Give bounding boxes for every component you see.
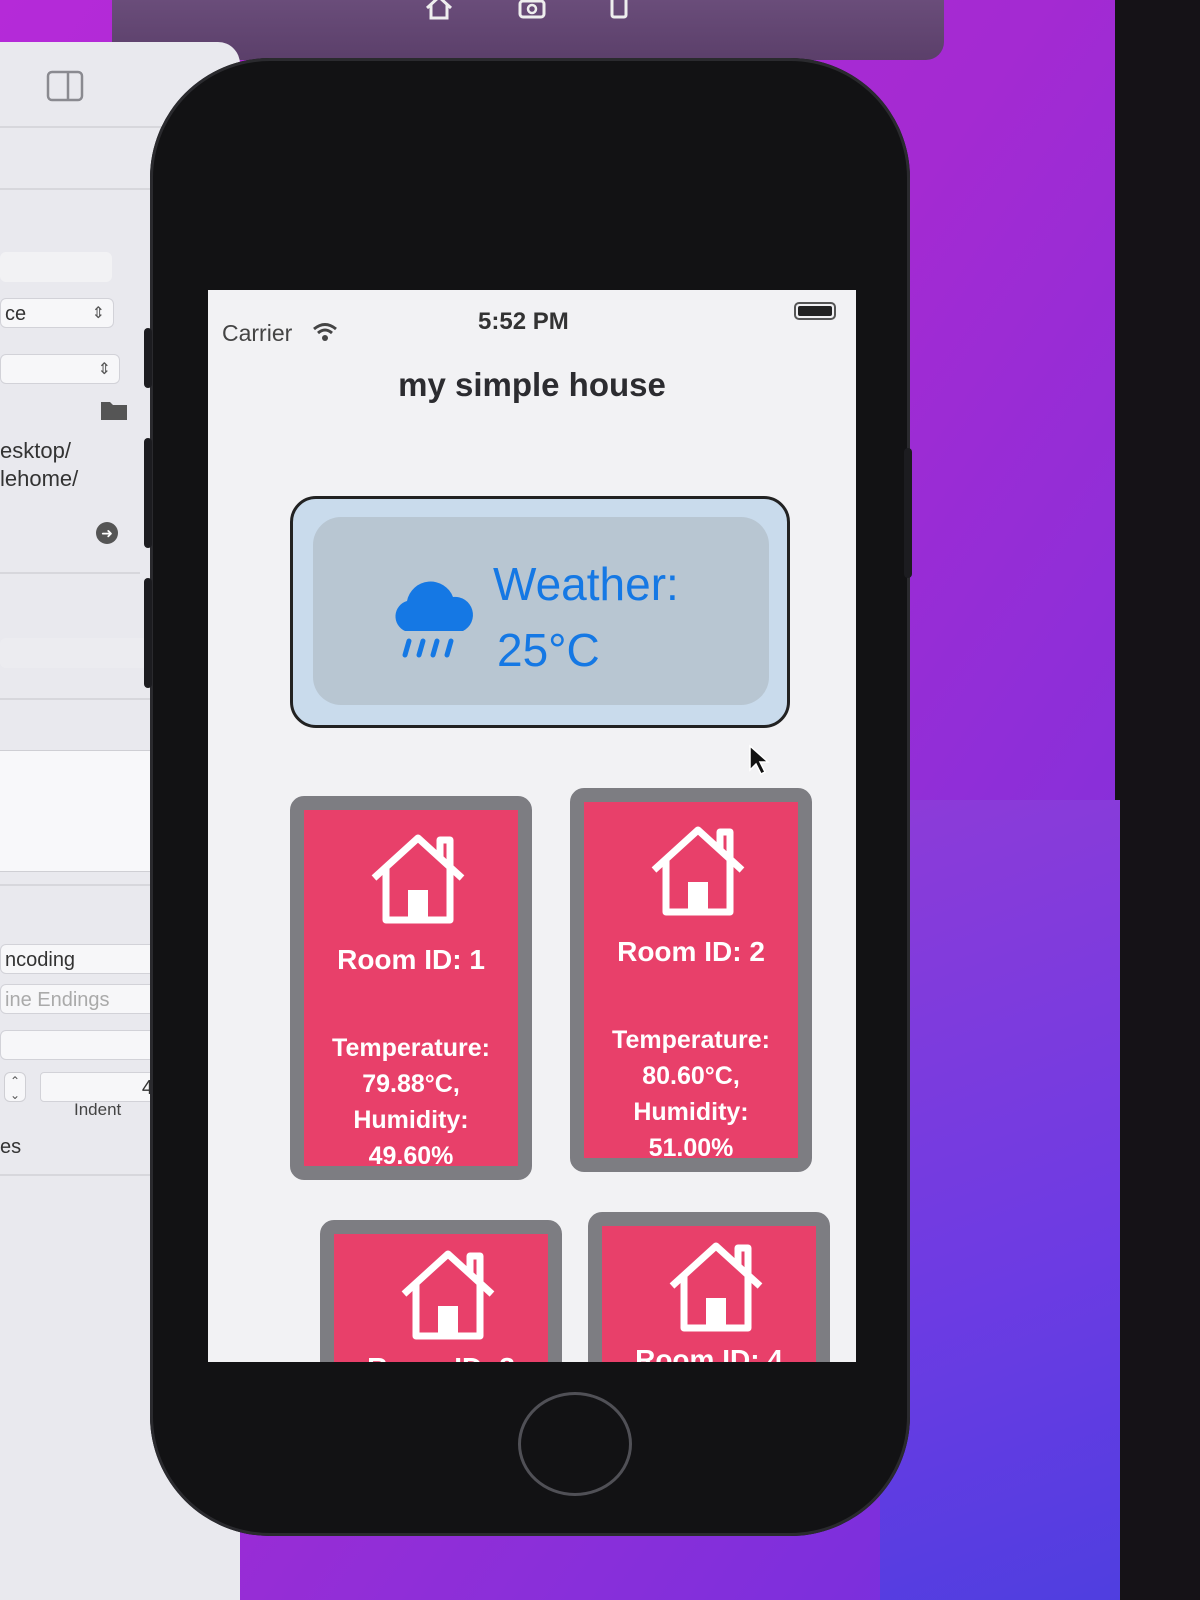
reveal-arrow-icon[interactable]: ➜ [96, 522, 118, 544]
room-id-label: Room ID: 4 [635, 1344, 783, 1362]
house-icon [371, 834, 465, 924]
text-field[interactable] [0, 638, 148, 668]
mouse-cursor-icon [749, 744, 770, 776]
weather-temperature: 25°C [497, 624, 600, 676]
cloud-rain-icon [395, 581, 473, 658]
line-endings-value: ine Endings [5, 989, 110, 1011]
room-id-label: Room ID: 3 [334, 1352, 548, 1362]
simulator-toolbar [112, 0, 944, 60]
house-icon [669, 1242, 763, 1332]
weather-label: Weather: [493, 558, 679, 610]
home-icon[interactable] [424, 0, 454, 20]
line-endings-select[interactable]: ine Endings ⇕ [0, 984, 174, 1014]
weather-card[interactable]: Weather: 25°C [290, 496, 790, 728]
text-field[interactable] [0, 252, 112, 282]
room-card-2[interactable]: Room ID: 2 Temperature: 80.60°C, Humidit… [570, 788, 812, 1172]
rotate-icon[interactable] [604, 0, 634, 20]
mute-switch [144, 328, 152, 388]
separator [0, 572, 140, 574]
location-select[interactable]: ce ⇕ [0, 298, 114, 328]
separator [0, 698, 150, 700]
room-card-4[interactable]: Room ID: 4 [588, 1212, 830, 1362]
room-id-label: Room ID: 2 [617, 936, 765, 967]
room-card-3[interactable]: Room ID: 3 [320, 1220, 562, 1362]
status-time: 5:52 PM [478, 308, 569, 335]
width-stepper[interactable]: ⌃ ⌄ [4, 1072, 26, 1102]
text-encoding-select[interactable]: ncoding ⇕ [0, 944, 170, 974]
path-select[interactable]: ⇕ [0, 354, 120, 384]
battery-icon [794, 302, 836, 320]
wifi-icon [313, 323, 337, 341]
folder-icon[interactable] [100, 399, 128, 421]
room-id-label: Room ID: 1 [337, 944, 485, 975]
volume-up-button [144, 438, 152, 548]
text-encoding-value: ncoding [5, 949, 76, 971]
power-button [904, 448, 912, 578]
house-icon [651, 826, 745, 916]
location-select-value: ce [5, 303, 27, 325]
full-path-line-2: lehome/ [0, 466, 79, 491]
screenshot-icon[interactable] [517, 0, 547, 20]
app-screen: Carrier 5:52 PM my simple house Weather:… [208, 290, 856, 1362]
chevron-updown-icon: ⇕ [97, 361, 111, 378]
indent-field[interactable]: 4 [40, 1072, 160, 1102]
room-stats: Temperature: 79.88°C, Humidity: 49.60% [332, 1034, 490, 1170]
room-card-1[interactable]: Room ID: 1 Temperature: 79.88°C, Humidit… [290, 796, 532, 1180]
volume-down-button [144, 578, 152, 688]
room-stats: Temperature: 80.60°C, Humidity: 51.00% [612, 1026, 770, 1162]
full-path-line-1: esktop/ [0, 438, 71, 463]
wrap-lines-label: es [0, 1136, 22, 1158]
inspector-toggle-icon[interactable] [46, 70, 84, 102]
separator [0, 884, 165, 886]
text-area[interactable] [0, 750, 162, 872]
chevron-updown-icon: ⇕ [91, 305, 105, 322]
desktop-dark-edge [1115, 0, 1200, 1600]
desktop-wallpaper [880, 800, 1120, 1600]
carrier-label: Carrier [222, 320, 293, 346]
app-title: my simple house [398, 366, 666, 403]
home-button[interactable] [518, 1392, 632, 1496]
indent-label: Indent [74, 1100, 122, 1119]
house-icon [401, 1250, 495, 1340]
